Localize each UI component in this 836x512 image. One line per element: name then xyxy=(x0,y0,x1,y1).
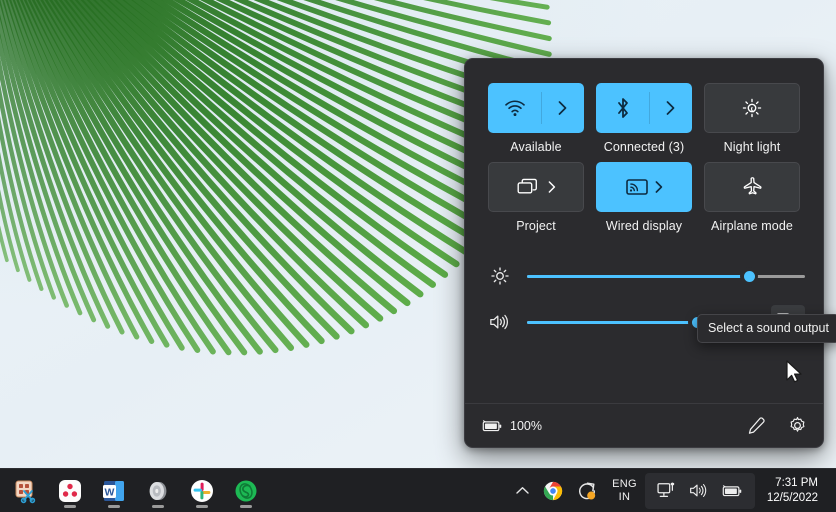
project-chevron-right-icon[interactable] xyxy=(548,181,556,193)
night-light-tile-button[interactable] xyxy=(704,83,800,133)
edit-quick-settings-button[interactable] xyxy=(747,416,766,435)
tile-divider xyxy=(541,92,542,124)
tile-divider xyxy=(649,92,650,124)
volume-icon xyxy=(483,312,517,332)
slack-icon xyxy=(191,479,213,502)
bluetooth-tile-button[interactable] xyxy=(596,83,692,133)
brightness-fill xyxy=(527,274,750,278)
pencil-edit-icon xyxy=(748,417,765,434)
volume-icon xyxy=(689,484,707,497)
system-tray: ENG IN 7:31 PM 12/5/2022 xyxy=(509,469,836,512)
quick-tile-airplane-mode: Airplane mode xyxy=(703,162,801,233)
project-tile-label: Project xyxy=(516,219,556,233)
svg-text:W: W xyxy=(105,486,115,498)
taskbar-app-gray-disc[interactable] xyxy=(136,471,180,511)
tray-chrome-button[interactable] xyxy=(536,473,570,509)
taskbar-app-red-dots[interactable] xyxy=(48,471,92,511)
clock-time: 7:31 PM xyxy=(775,476,818,489)
app-running-indicator xyxy=(240,504,252,508)
chevron-up-icon xyxy=(516,487,529,494)
battery-percentage: 100% xyxy=(510,418,542,433)
app-running-indicator xyxy=(108,504,120,508)
quick-tile-night-light: Night light xyxy=(703,83,801,154)
red-dots-app-icon xyxy=(59,479,81,502)
tray-volume-button[interactable] xyxy=(684,482,714,499)
sound-output-tooltip: Select a sound output xyxy=(697,314,836,343)
language-line-2: IN xyxy=(618,490,631,503)
airplane-mode-tile-button[interactable] xyxy=(704,162,800,212)
snipping-tool-icon xyxy=(15,480,36,503)
volume-fill xyxy=(527,320,698,324)
brightness-thumb[interactable] xyxy=(740,267,759,285)
mouse-cursor xyxy=(786,360,802,383)
battery-status: 100% xyxy=(481,419,542,433)
project-icon xyxy=(517,178,541,196)
wired-display-chevron-right-icon[interactable] xyxy=(655,181,663,193)
quick-settings-tray-cluster[interactable] xyxy=(644,472,755,509)
app-running-indicator xyxy=(196,504,208,508)
quick-tile-project: Project xyxy=(487,162,585,233)
network-monitor-icon xyxy=(657,482,674,497)
taskbar-app-slack[interactable] xyxy=(180,471,224,511)
quick-tile-bluetooth: Connected (3) xyxy=(595,83,693,154)
quick-settings-footer: 100% xyxy=(465,403,823,447)
wifi-chevron-right-icon[interactable] xyxy=(541,101,583,115)
taskbar-app-snipping-tool[interactable] xyxy=(4,471,48,511)
taskbar-app-icons: W xyxy=(0,471,268,511)
quick-tile-wired-display: Wired display xyxy=(595,162,693,233)
brightness-slider-row xyxy=(483,253,805,299)
brightness-icon xyxy=(483,266,517,286)
windows-taskbar: W ENG IN 7:31 PM 12/5/2022 xyxy=(0,468,836,512)
tray-network-button[interactable] xyxy=(652,482,682,499)
airplane-icon xyxy=(728,176,776,198)
night-light-tile-label: Night light xyxy=(723,140,781,154)
tray-overflow-button[interactable] xyxy=(509,473,536,509)
app-running-indicator xyxy=(152,504,164,508)
brightness-slider[interactable] xyxy=(527,266,805,286)
quick-settings-panel: Available Connected (3) Night light Proj… xyxy=(464,58,824,448)
quick-settings-tile-grid: Available Connected (3) Night light Proj… xyxy=(465,59,823,239)
bluetooth-tile-label: Connected (3) xyxy=(603,140,685,154)
taskbar-app-green[interactable] xyxy=(224,471,268,511)
tray-battery-button[interactable] xyxy=(716,484,748,498)
quick-tile-wifi: Available xyxy=(487,83,585,154)
clock-date: 12/5/2022 xyxy=(766,491,818,504)
green-app-icon xyxy=(235,480,257,501)
taskbar-clock[interactable]: 7:31 PM 12/5/2022 xyxy=(755,476,828,506)
wifi-icon xyxy=(489,99,541,117)
project-tile-button[interactable] xyxy=(488,162,584,212)
cast-display-icon xyxy=(625,178,648,196)
battery-charging-icon xyxy=(482,419,502,431)
language-line-1: ENG xyxy=(612,477,637,490)
open-settings-button[interactable] xyxy=(788,416,807,435)
microsoft-word-icon: W xyxy=(103,480,124,501)
wifi-tile-button[interactable] xyxy=(488,83,584,133)
night-light-icon xyxy=(728,98,776,118)
chrome-icon xyxy=(543,481,563,500)
taskbar-app-word[interactable]: W xyxy=(92,471,136,511)
wired-display-tile-button[interactable] xyxy=(596,162,692,212)
footer-action-buttons xyxy=(747,416,807,435)
gear-settings-icon xyxy=(790,416,805,432)
app-running-indicator xyxy=(64,504,76,508)
airplane-mode-tile-label: Airplane mode xyxy=(711,219,793,233)
language-indicator[interactable]: ENG IN xyxy=(604,478,645,504)
wifi-tile-label: Available xyxy=(510,140,562,154)
wired-display-tile-label: Wired display xyxy=(605,219,683,233)
battery-charging-icon xyxy=(722,484,742,496)
tray-update-button[interactable] xyxy=(570,473,604,509)
bluetooth-chevron-right-icon[interactable] xyxy=(649,101,691,115)
gray-disc-app-icon xyxy=(149,481,167,500)
bluetooth-icon xyxy=(597,97,649,119)
update-notification-icon xyxy=(579,482,596,500)
